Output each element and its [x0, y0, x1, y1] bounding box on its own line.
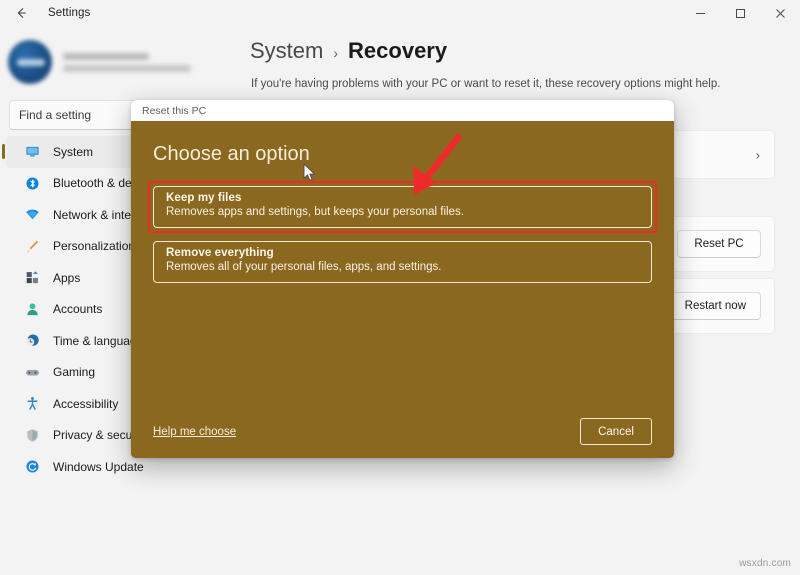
apps-grid-icon — [24, 270, 40, 286]
minimize-button[interactable] — [680, 0, 720, 26]
maximize-button[interactable] — [720, 0, 760, 26]
window-controls — [680, 0, 800, 26]
sidebar-item-label: Accessibility — [53, 396, 119, 411]
sidebar-item-label: Accounts — [53, 302, 103, 317]
window-titlebar: Settings — [0, 0, 800, 26]
reset-this-pc-dialog: Reset this PC Choose an option Keep my f… — [131, 100, 674, 458]
profile-name-redacted — [63, 52, 149, 60]
option-title: Keep my files — [166, 192, 242, 204]
restart-now-button[interactable]: Restart now — [669, 292, 761, 320]
sidebar-item-label: Personalization — [53, 239, 136, 254]
page-description: If you're having problems with your PC o… — [251, 78, 721, 90]
update-sync-icon — [24, 459, 40, 475]
sidebar-item-label: Apps — [53, 270, 81, 285]
option-title: Remove everything — [166, 247, 274, 259]
user-profile[interactable] — [8, 40, 191, 84]
back-arrow-icon[interactable] — [6, 0, 36, 26]
close-button[interactable] — [760, 0, 800, 26]
help-me-choose-link[interactable]: Help me choose — [153, 426, 236, 438]
breadcrumb-root[interactable]: System — [250, 38, 323, 64]
sidebar-item-label: Windows Update — [53, 459, 144, 474]
sidebar-item-label: System — [53, 144, 94, 159]
settings-window: Settings Find a setting System Bluetooth… — [0, 0, 800, 575]
page-title: Recovery — [348, 38, 448, 63]
shield-icon — [24, 427, 40, 443]
chevron-right-icon[interactable]: › — [756, 147, 760, 162]
accessibility-icon — [24, 396, 40, 412]
dialog-heading: Choose an option — [153, 143, 310, 165]
option-subtitle: Removes all of your personal files, apps… — [166, 261, 442, 273]
cancel-button[interactable]: Cancel — [580, 418, 652, 445]
sidebar-item-label: Gaming — [53, 365, 96, 380]
chevron-right-icon: › — [333, 45, 339, 61]
wifi-icon — [24, 207, 40, 223]
avatar — [8, 40, 52, 84]
profile-text — [63, 52, 191, 72]
reset-pc-button[interactable]: Reset PC — [677, 230, 761, 258]
dialog-body: Choose an option — [131, 121, 674, 458]
option-remove-everything[interactable]: Remove everything Removes all of your pe… — [153, 241, 652, 283]
app-title: Settings — [48, 7, 91, 19]
breadcrumb: System › Recovery — [250, 38, 447, 64]
dialog-title: Reset this PC — [142, 104, 207, 117]
watermark: wsxdn.com — [739, 558, 791, 569]
gamepad-icon — [24, 364, 40, 380]
bluetooth-icon — [24, 175, 40, 191]
person-icon — [24, 301, 40, 317]
sidebar-item-label: Time & language — [53, 333, 144, 348]
monitor-icon — [24, 144, 40, 160]
option-keep-my-files[interactable]: Keep my files Removes apps and settings,… — [153, 186, 652, 228]
dialog-titlebar: Reset this PC — [131, 100, 674, 121]
profile-email-redacted — [63, 64, 191, 72]
option-subtitle: Removes apps and settings, but keeps you… — [166, 206, 464, 218]
paintbrush-icon — [24, 238, 40, 254]
clock-globe-icon — [24, 333, 40, 349]
